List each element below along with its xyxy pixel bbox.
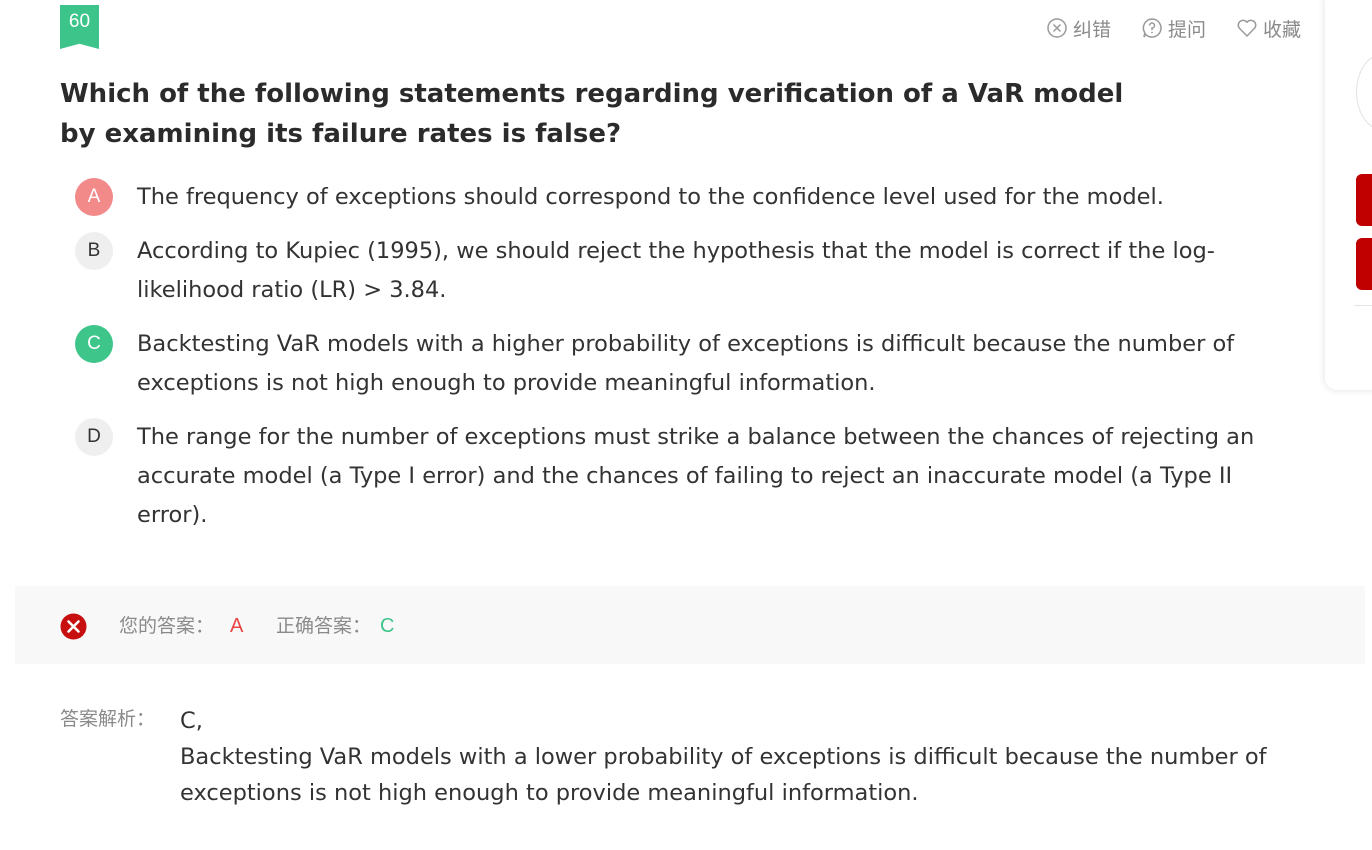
side-action-button-1[interactable] (1356, 174, 1372, 226)
report-error-button[interactable]: 纠错 (1046, 16, 1112, 41)
explanation-text: Backtesting VaR models with a lower prob… (180, 744, 1267, 806)
your-answer-value: A (230, 615, 244, 637)
answer-result-bar (15, 586, 1365, 664)
option-letter-b: B (75, 232, 113, 270)
option-b[interactable]: B According to Kupiec (1995), we should … (75, 232, 1275, 310)
option-text-c: Backtesting VaR models with a higher pro… (137, 331, 1235, 396)
option-c[interactable]: C Backtesting VaR models with a higher p… (75, 325, 1275, 403)
ask-question-button[interactable]: 提问 (1141, 16, 1207, 41)
option-letter-c: C (75, 325, 113, 363)
option-letter-a: A (75, 178, 113, 216)
explanation-label: 答案解析： (60, 708, 156, 730)
favorite-label: 收藏 (1263, 18, 1302, 41)
your-answer-label: 您的答案： (119, 615, 215, 637)
question-number-badge: 60 (60, 5, 99, 49)
question-text: Which of the following statements regard… (60, 79, 1124, 149)
explanation-answer-line: C, (180, 708, 203, 734)
option-text-b: According to Kupiec (1995), we should re… (137, 238, 1215, 303)
option-a[interactable]: A The frequency of exceptions should cor… (75, 178, 1275, 217)
heart-icon (1237, 19, 1257, 37)
question-actions: 纠错 提问 收藏 (1046, 16, 1302, 41)
option-d[interactable]: D The range for the number of exceptions… (75, 418, 1275, 535)
option-letter-d: D (75, 418, 113, 456)
side-divider (1354, 305, 1372, 306)
explanation-body: C, Backtesting VaR models with a lower p… (180, 703, 1320, 811)
report-error-label: 纠错 (1073, 18, 1112, 41)
favorite-button[interactable]: 收藏 (1236, 16, 1302, 41)
ask-question-label: 提问 (1168, 18, 1207, 41)
side-action-button-2[interactable] (1356, 238, 1372, 290)
correct-answer-label: 正确答案： (276, 615, 372, 637)
correct-answer-value: C (380, 615, 395, 637)
wrong-answer-icon (60, 613, 87, 640)
option-text-a: The frequency of exceptions should corre… (137, 184, 1164, 210)
close-circle-icon (1047, 18, 1067, 38)
option-text-d: The range for the number of exceptions m… (137, 424, 1255, 528)
question-bubble-icon (1142, 18, 1162, 38)
